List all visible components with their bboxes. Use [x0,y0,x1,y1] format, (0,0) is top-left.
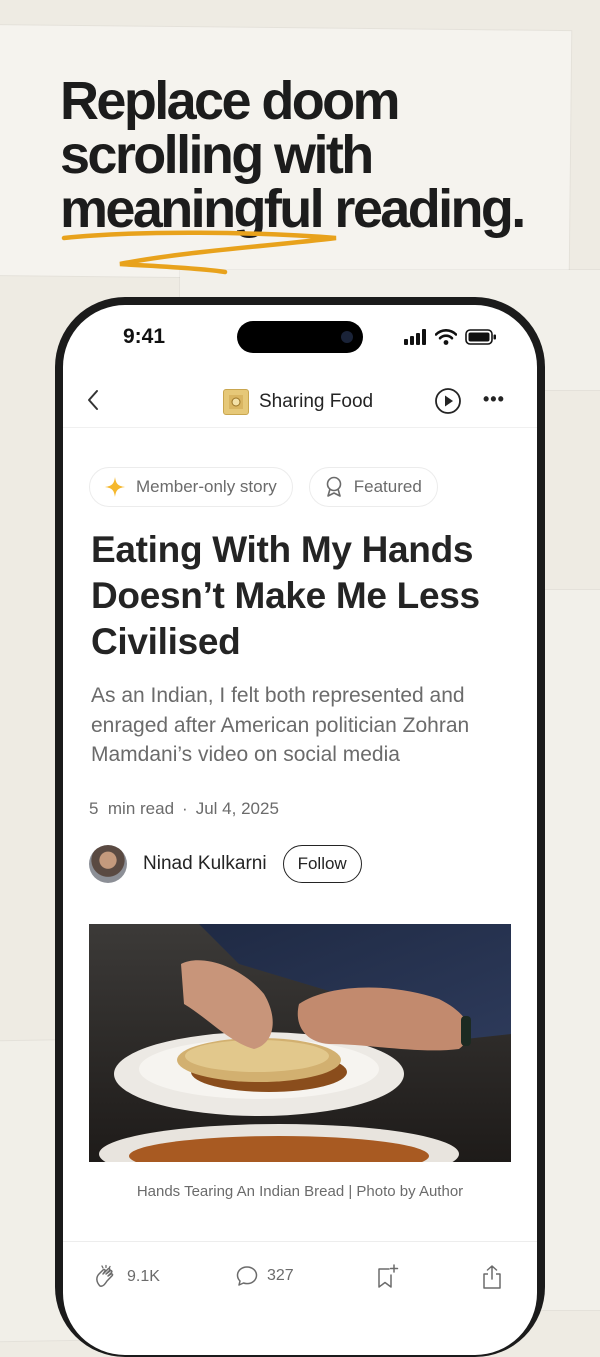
featured-badge: Featured [308,467,438,507]
publication-link[interactable]: Sharing Food [223,389,373,415]
promo-headline: Replace doom scrolling with meaningful r… [60,74,580,236]
award-ribbon-icon [326,476,342,497]
publication-logo-icon [229,395,243,409]
clap-button[interactable]: 9.1K [93,1264,160,1290]
publication-name: Sharing Food [259,391,374,412]
bookmark-button[interactable] [375,1264,399,1290]
member-only-badge: Member-only story [89,467,293,507]
meta-separator: · [182,799,188,818]
hands-tearing-bread-image [89,924,511,1162]
wifi-icon [435,329,457,345]
scribble-underline-icon [61,230,337,275]
clap-icon [96,1264,114,1287]
more-icon[interactable]: ••• [483,389,505,410]
avatar[interactable] [89,845,127,883]
image-caption: Hands Tearing An Indian Bread | Photo by… [136,1183,464,1200]
article-title: Eating With My Hands Doesn’t Make Me Les… [91,529,480,662]
phone-screen: 9:41 Sharing Food ••• Member-only story … [63,305,537,1355]
paper-background [540,590,600,1310]
play-icon[interactable] [434,387,462,415]
article-meta: 5 min read · Jul 4, 2025 [89,799,279,819]
article-header: Sharing Food ••• [63,375,537,428]
responses-button[interactable]: 327 [235,1264,294,1288]
signal-icon [404,329,426,345]
story-badges: Member-only story Featured [89,467,438,507]
share-button[interactable] [481,1264,503,1290]
publication-logo [223,389,249,415]
status-icons [403,329,497,345]
follow-button[interactable]: Follow [282,845,362,883]
author-row: Ninad Kulkarni Follow [89,845,362,883]
featured-label: Featured [353,477,422,496]
sparkle-star-icon [105,477,125,497]
dynamic-island [237,321,363,353]
comment-icon [236,1266,258,1286]
share-icon [483,1265,501,1289]
headline-line: Replace doom [60,71,400,131]
article-action-bar: 9.1K 327 [63,1241,537,1322]
battery-icon [465,329,496,345]
headline-line: scrolling with [60,125,374,185]
author-name[interactable]: Ninad Kulkarni [143,853,267,875]
camera-icon [341,331,353,343]
member-only-label: Member-only story [136,477,277,496]
response-count: 327 [267,1267,294,1284]
read-time: 5 min read [89,799,175,818]
back-chevron-icon[interactable] [85,387,101,413]
status-time: 9:41 [123,325,166,348]
publish-date: Jul 4, 2025 [195,799,279,818]
bookmark-add-icon [378,1264,399,1288]
article-subtitle: As an Indian, I felt both represented an… [91,684,470,766]
article-hero-image [89,924,511,1162]
clap-count: 9.1K [127,1268,160,1285]
